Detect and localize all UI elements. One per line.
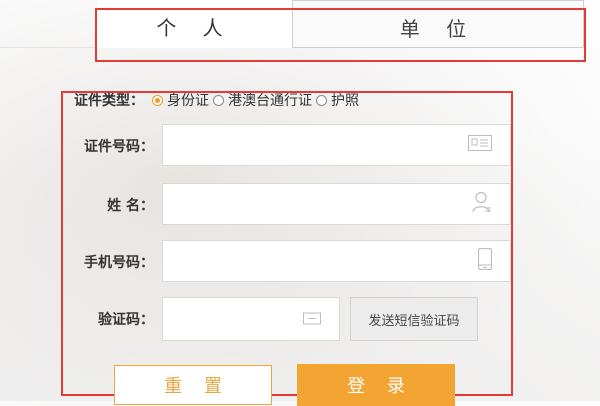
captcha-label: 验证码： (98, 312, 154, 328)
name-label: 姓 名： (107, 198, 154, 214)
phone-row: 手机号码： (66, 240, 162, 284)
id-number-row: 证件号码： (66, 124, 162, 168)
name-input[interactable] (162, 183, 511, 225)
keyboard-icon (303, 310, 321, 329)
tab-personal-label: 个 人 (156, 16, 233, 40)
captcha-row: 验证码： (66, 297, 162, 341)
name-row: 姓 名： (66, 183, 162, 227)
reset-button[interactable]: 重 置 (114, 365, 272, 405)
radio-id-card-label: 身份证 (167, 93, 209, 109)
radio-hk-macau-taiwan[interactable]: 港澳台通行证 (213, 90, 312, 110)
id-number-input[interactable] (162, 124, 511, 166)
captcha-input[interactable] (162, 297, 340, 341)
id-type-row: 证件类型： 身份证 港澳台通行证 护照 (74, 89, 363, 111)
phone-icon (477, 247, 493, 274)
login-type-tabs: 个 人 单 位 (0, 0, 600, 48)
radio-id-card-circle[interactable] (152, 94, 163, 106)
id-type-label: 证件类型： (74, 93, 144, 109)
radio-id-card[interactable]: 身份证 (152, 90, 209, 110)
radio-passport-label: 护照 (331, 93, 359, 109)
tab-personal[interactable]: 个 人 (97, 0, 292, 48)
id-number-label: 证件号码： (84, 139, 154, 155)
tab-unit[interactable]: 单 位 (292, 0, 584, 48)
login-button[interactable]: 登 录 (297, 364, 455, 406)
radio-passport[interactable]: 护照 (316, 90, 359, 110)
send-sms-code-button[interactable]: 发送短信验证码 (350, 297, 478, 341)
user-icon (472, 191, 492, 217)
radio-passport-circle[interactable] (316, 94, 327, 106)
radio-hk-macau-taiwan-label: 港澳台通行证 (228, 93, 312, 109)
radio-hk-macau-taiwan-circle[interactable] (213, 94, 224, 106)
id-card-icon (468, 135, 492, 155)
tab-divider (0, 47, 97, 48)
phone-label: 手机号码： (84, 255, 154, 271)
tab-unit-label: 单 位 (399, 17, 477, 41)
phone-input[interactable] (162, 240, 511, 282)
